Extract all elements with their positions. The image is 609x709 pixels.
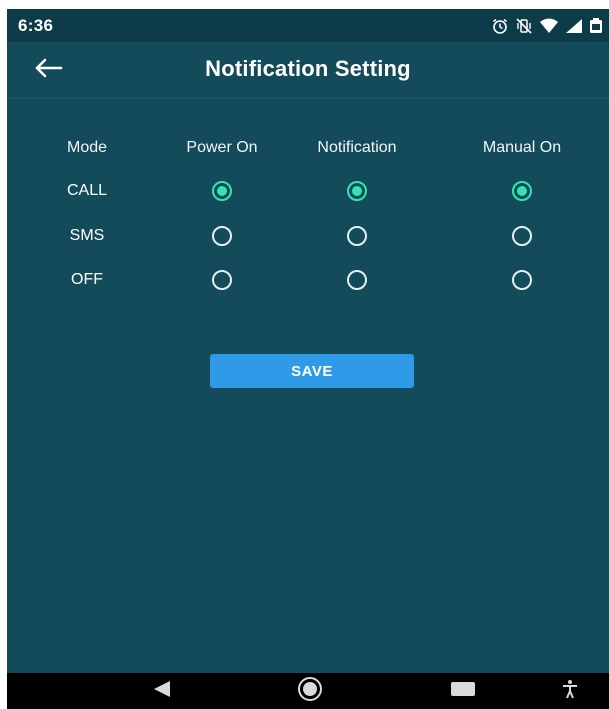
- recents-square-icon: [450, 680, 476, 703]
- radio-off-notification[interactable]: [347, 270, 367, 290]
- phone-screen: 6:36 Notification Setting Mode Power On …: [7, 9, 609, 709]
- nav-accessibility-button[interactable]: [555, 673, 585, 709]
- radio-sms-notification[interactable]: [347, 226, 367, 246]
- header-notification: Notification: [317, 139, 397, 156]
- nav-home-button[interactable]: [287, 673, 333, 709]
- grid-header-row: Mode Power On Notification Manual On: [7, 133, 609, 163]
- radio-sms-power-on[interactable]: [212, 226, 232, 246]
- accessibility-icon: [561, 679, 579, 704]
- battery-icon: [589, 17, 603, 35]
- status-icons: [491, 16, 603, 36]
- row-off: OFF: [7, 265, 609, 295]
- radio-sms-manual-on[interactable]: [512, 226, 532, 246]
- row-label-off: OFF: [71, 271, 103, 288]
- radio-off-power-on[interactable]: [212, 270, 232, 290]
- header-power-on: Power On: [186, 139, 258, 156]
- radio-call-notification[interactable]: [347, 181, 367, 201]
- home-circle-icon: [290, 676, 330, 706]
- row-call: CALL: [7, 176, 609, 206]
- radio-call-manual-on[interactable]: [512, 181, 532, 201]
- row-sms: SMS: [7, 221, 609, 251]
- back-triangle-icon: [152, 680, 172, 703]
- page-title: Notification Setting: [205, 56, 411, 81]
- radio-off-manual-on[interactable]: [512, 270, 532, 290]
- status-bar: 6:36: [7, 9, 609, 42]
- save-button[interactable]: SAVE: [210, 354, 414, 388]
- alarm-icon: [491, 17, 509, 35]
- header-manual-on: Manual On: [482, 139, 562, 156]
- nav-back-button[interactable]: [142, 673, 182, 709]
- row-label-sms: SMS: [69, 227, 105, 244]
- app-bar: Notification Setting: [7, 42, 609, 99]
- signal-icon: [565, 17, 583, 35]
- wifi-icon: [539, 17, 559, 35]
- system-nav-bar: [7, 673, 609, 709]
- status-time: 6:36: [18, 16, 54, 35]
- vibrate-off-icon: [515, 17, 533, 35]
- radio-call-power-on[interactable]: [212, 181, 232, 201]
- nav-recents-button[interactable]: [445, 673, 481, 709]
- row-label-call: CALL: [66, 182, 108, 199]
- header-mode: Mode: [66, 139, 108, 156]
